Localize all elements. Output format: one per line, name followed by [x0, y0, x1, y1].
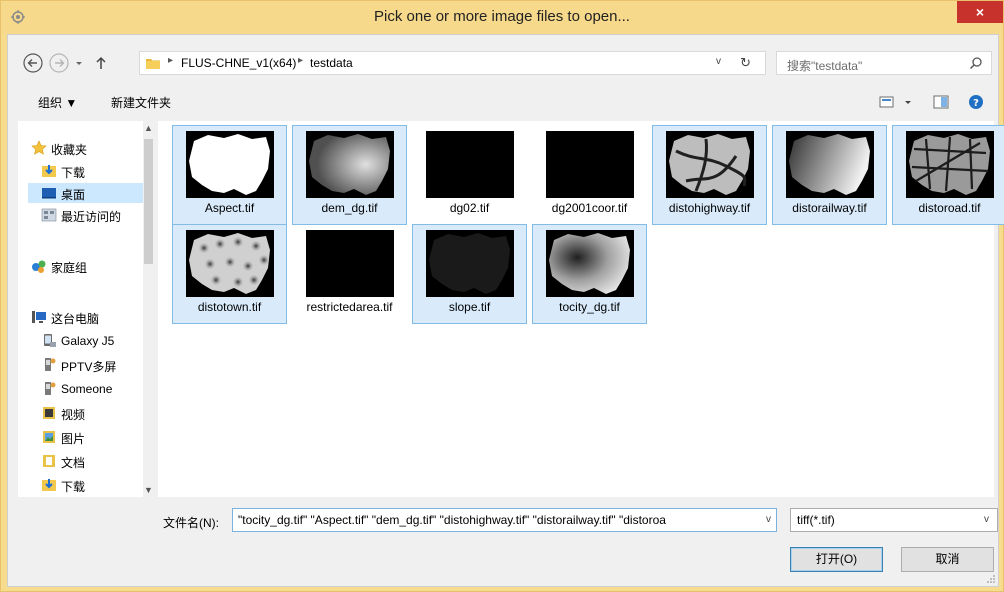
folder-icon: [146, 59, 160, 69]
scroll-up-icon[interactable]: ▲: [144, 123, 153, 133]
nav-scrollbar[interactable]: ▲ ▼: [143, 121, 154, 497]
file-item[interactable]: distoroad.tif: [892, 125, 1004, 225]
search-box[interactable]: 搜索"testdata": [776, 51, 992, 75]
file-item[interactable]: distohighway.tif: [652, 125, 767, 225]
file-name: dem_dg.tif: [321, 201, 378, 215]
breadcrumb-flus[interactable]: FLUS-CHNE_v1(x64): [181, 56, 296, 70]
cancel-button[interactable]: 取消: [901, 547, 994, 572]
filename-label: 文件名(N):: [163, 516, 219, 530]
change-view-icon[interactable]: [879, 96, 911, 108]
download-folder-icon: [42, 479, 56, 491]
address-dropdown-icon[interactable]: v: [716, 56, 721, 67]
file-thumbnail: [786, 131, 874, 198]
window-title: Pick one or more image files to open...: [374, 8, 630, 25]
file-name: distorailway.tif: [792, 201, 867, 215]
recent-places-icon: [41, 208, 57, 222]
file-name: distotown.tif: [197, 300, 262, 314]
file-thumbnail: [546, 131, 634, 198]
view-options: ?: [879, 95, 983, 109]
dialog-footer: 文件名(N): "tocity_dg.tif" "Aspect.tif" "de…: [8, 498, 998, 586]
videos-folder-icon: [43, 407, 55, 419]
computer-icon: [32, 311, 46, 323]
address-bar[interactable]: ▸ FLUS-CHNE_v1(x64) ▸ testdata v ↻: [139, 51, 766, 75]
file-name: slope.tif: [448, 300, 491, 314]
file-item[interactable]: tocity_dg.tif: [532, 224, 647, 324]
preview-pane-icon[interactable]: [933, 95, 949, 109]
documents-folder-icon: [43, 455, 55, 467]
file-thumbnail: [186, 230, 274, 297]
file-open-dialog: Pick one or more image files to open... …: [0, 0, 1004, 592]
file-thumbnail: [426, 131, 514, 198]
search-placeholder: 搜索"testdata": [787, 59, 863, 73]
file-name: tocity_dg.tif: [559, 300, 620, 314]
homegroup-icon: [32, 260, 46, 273]
command-toolbar: 组织 ▼ 新建文件夹 ?: [8, 84, 998, 120]
file-name: distohighway.tif: [668, 201, 751, 215]
media-device-icon: [45, 358, 56, 371]
close-button[interactable]: ×: [957, 1, 1003, 23]
file-name: dg2001coor.tif: [551, 201, 628, 215]
new-folder-button[interactable]: 新建文件夹: [111, 94, 171, 111]
open-button[interactable]: 打开(O): [790, 547, 883, 572]
help-icon[interactable]: ?: [969, 95, 983, 109]
phone-icon: [44, 334, 56, 347]
file-name: restrictedarea.tif: [306, 300, 393, 314]
recent-locations-chevron-icon[interactable]: [72, 52, 86, 74]
scrollbar-thumb[interactable]: [144, 139, 153, 264]
file-name: Aspect.tif: [204, 201, 255, 215]
breadcrumb-testdata[interactable]: testdata: [310, 56, 353, 70]
breadcrumb-separator-icon: ▸: [298, 55, 304, 66]
file-item[interactable]: slope.tif: [412, 224, 527, 324]
file-item[interactable]: restrictedarea.tif: [292, 224, 407, 324]
file-name: distoroad.tif: [918, 201, 981, 215]
media-device-icon: [45, 382, 56, 395]
scroll-down-icon[interactable]: ▼: [144, 485, 153, 495]
file-list[interactable]: Aspect.tif dem_dg.tif dg02.tif dg2001coor.t…: [158, 121, 1004, 497]
navigation-pane[interactable]: 收藏夹 下载 桌面 最近访问的 家庭组 这台电脑 Galaxy J5 PPTV多…: [18, 121, 154, 497]
title-bar[interactable]: Pick one or more image files to open... …: [1, 1, 1003, 34]
file-name: dg02.tif: [449, 201, 490, 215]
file-thumbnail: [546, 230, 634, 297]
back-button[interactable]: [22, 52, 44, 74]
star-icon: [31, 140, 47, 155]
filename-input[interactable]: "tocity_dg.tif" "Aspect.tif" "dem_dg.tif…: [232, 508, 777, 532]
file-thumbnail: [666, 131, 754, 198]
resize-grip-icon[interactable]: [986, 574, 996, 584]
filter-value: tiff(*.tif): [797, 513, 835, 527]
filename-value: "tocity_dg.tif" "Aspect.tif" "dem_dg.tif…: [238, 513, 666, 527]
file-item[interactable]: distorailway.tif: [772, 125, 887, 225]
file-item[interactable]: Aspect.tif: [172, 125, 287, 225]
dialog-client-area: ▸ FLUS-CHNE_v1(x64) ▸ testdata v ↻ 搜索"te…: [7, 34, 1004, 587]
filter-dropdown-icon[interactable]: v: [984, 514, 989, 525]
filename-dropdown-icon[interactable]: v: [766, 514, 771, 525]
file-thumbnail: [426, 230, 514, 297]
download-folder-icon: [42, 165, 56, 177]
organize-menu[interactable]: 组织 ▼: [38, 94, 77, 111]
close-icon: ×: [975, 4, 985, 20]
file-item[interactable]: dem_dg.tif: [292, 125, 407, 225]
file-thumbnail: [186, 131, 274, 198]
file-thumbnail: [906, 131, 994, 198]
svg-text:?: ?: [973, 98, 979, 109]
file-type-filter[interactable]: tiff(*.tif) v: [790, 508, 998, 532]
nav-item-desktop[interactable]: 桌面: [28, 183, 143, 203]
breadcrumb-separator-icon: ▸: [168, 55, 174, 66]
file-item[interactable]: dg2001coor.tif: [532, 125, 647, 225]
desktop-icon: [42, 188, 56, 199]
up-one-level-button[interactable]: [92, 52, 110, 74]
file-thumbnail: [306, 131, 394, 198]
search-icon[interactable]: [969, 56, 983, 70]
file-thumbnail: [306, 230, 394, 297]
refresh-icon[interactable]: ↻: [740, 55, 751, 71]
forward-button[interactable]: [48, 52, 70, 74]
file-item[interactable]: distotown.tif: [172, 224, 287, 324]
file-item[interactable]: dg02.tif: [412, 125, 527, 225]
pictures-folder-icon: [43, 431, 55, 443]
